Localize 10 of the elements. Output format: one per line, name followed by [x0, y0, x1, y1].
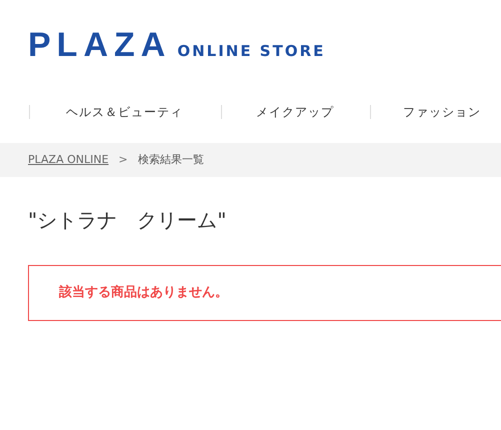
nav-link[interactable]: ヘルス＆ビューティ [30, 103, 221, 121]
store-tagline: ONLINE STORE [177, 43, 326, 59]
nav-link[interactable]: ファッション [371, 103, 481, 121]
nav-link[interactable]: メイクアップ [222, 103, 370, 121]
breadcrumb-separator: > [118, 152, 128, 168]
no-results-message: 該当する商品はありません。 [59, 284, 228, 302]
breadcrumb-current: 検索結果一覧 [138, 152, 204, 168]
breadcrumb-link[interactable]: PLAZA ONLINE [28, 152, 109, 168]
search-title: "シトラナ クリーム" [27, 207, 228, 233]
brand-logo[interactable]: PLAZA [28, 30, 172, 60]
